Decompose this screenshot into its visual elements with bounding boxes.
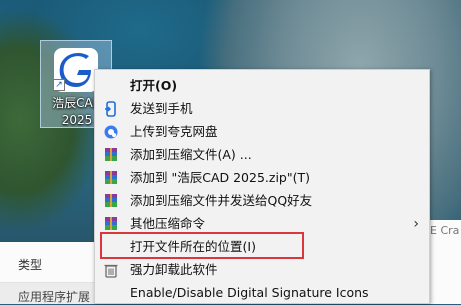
winrar-archive-icon — [105, 217, 117, 230]
menu-item-label: 发送到手机 — [130, 101, 193, 116]
menu-item-add-to-zip[interactable]: 添加到 "浩辰CAD 2025.zip"(T) — [95, 166, 429, 190]
winrar-archive-icon — [105, 171, 117, 184]
explorer-right-area — [430, 242, 461, 304]
menu-item-add-send-qq[interactable]: 添加到压缩文件并发送给QQ好友 — [95, 189, 429, 213]
menu-item-label: Enable/Disable Digital Signature Icons — [130, 285, 369, 300]
winrar-archive-icon — [105, 194, 117, 207]
annotation-highlight-box — [100, 232, 304, 259]
menu-item-digital-signature[interactable]: Enable/Disable Digital Signature Icons — [95, 281, 429, 305]
shortcut-arrow-icon: ↗ — [53, 79, 65, 91]
menu-item-add-archive[interactable]: 添加到压缩文件(A) ... — [95, 143, 429, 167]
column-header-type[interactable]: 类型 — [18, 256, 42, 273]
menu-item-force-uninstall[interactable]: 强力卸载此软件 — [95, 258, 429, 282]
trash-icon — [104, 264, 118, 278]
winrar-archive-icon — [105, 148, 117, 161]
chevron-right-icon: › — [413, 216, 419, 232]
table-cell-type: 应用程序扩展 — [18, 290, 91, 304]
explorer-search-peek: E Cra — [430, 220, 461, 242]
context-menu: 打开(O) 发送到手机 上传到夸克网盘 添加到压缩文件(A) ... 添加到 "… — [94, 69, 430, 304]
menu-item-label: 添加到压缩文件(A) ... — [130, 147, 252, 162]
menu-item-send-to-phone[interactable]: 发送到手机 — [95, 97, 429, 121]
cloud-upload-icon — [104, 125, 118, 139]
menu-item-open[interactable]: 打开(O) — [95, 74, 429, 98]
menu-item-label: 打开(O) — [130, 78, 178, 93]
menu-item-label: 强力卸载此软件 — [130, 262, 218, 277]
phone-send-icon — [105, 101, 116, 117]
menu-item-label: 添加到压缩文件并发送给QQ好友 — [130, 193, 313, 208]
menu-item-label: 上传到夸克网盘 — [130, 124, 218, 139]
menu-item-label: 添加到 "浩辰CAD 2025.zip"(T) — [130, 170, 310, 185]
menu-item-upload-quark[interactable]: 上传到夸克网盘 — [95, 120, 429, 144]
